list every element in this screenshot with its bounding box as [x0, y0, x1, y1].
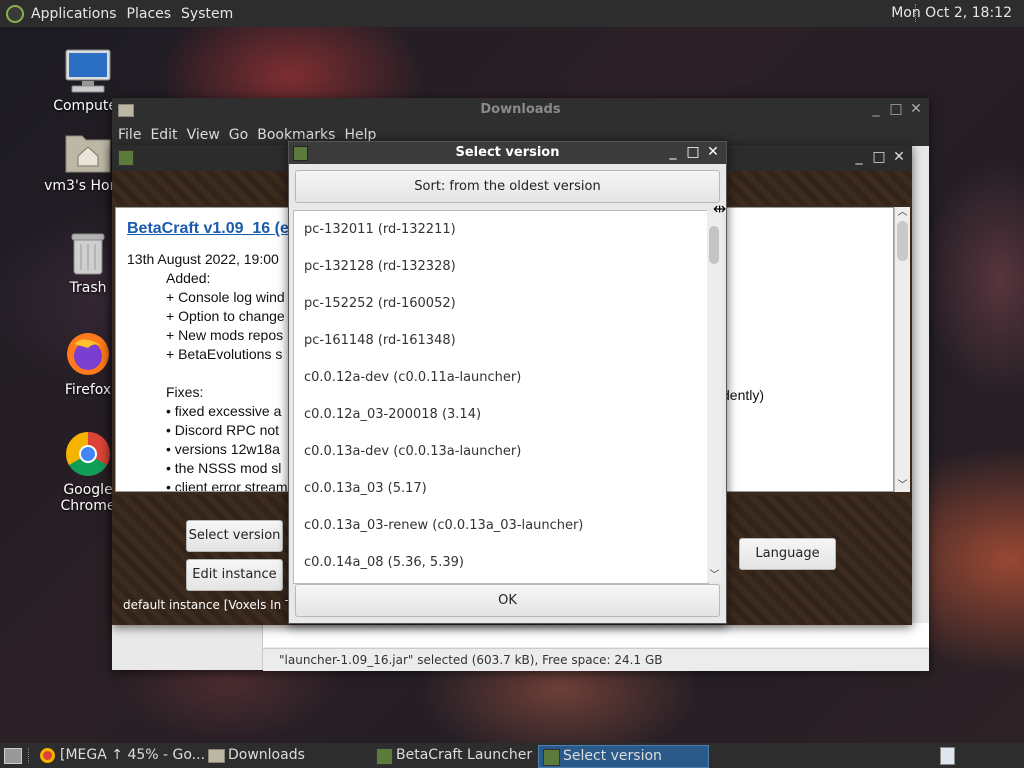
instance-info-text: default instance [Voxels In T	[123, 598, 293, 612]
changelog-line: + Option to change	[166, 308, 285, 324]
close-icon[interactable]: ✕	[909, 102, 923, 116]
task-label: BetaCraft Launcher ...	[396, 747, 550, 763]
minimize-icon[interactable]: _	[869, 102, 883, 116]
dialog-title: Select version	[455, 145, 560, 160]
distro-logo-icon[interactable]	[6, 4, 24, 23]
chrome-icon	[40, 748, 55, 763]
betacraft-icon	[118, 150, 134, 166]
dialog-titlebar[interactable]: Select version _ □ ✕	[289, 142, 726, 164]
maximize-icon[interactable]: □	[889, 102, 903, 116]
task-select-version[interactable]: Select version	[538, 745, 709, 768]
changelog-overflow-text: dently)	[722, 387, 765, 403]
changelog-line: • Discord RPC not	[166, 422, 280, 438]
scroll-down-icon[interactable]: ﹀	[895, 480, 910, 492]
task-label: Downloads	[228, 747, 305, 763]
list-item[interactable]: c0.0.12a-dev (c0.0.11a-launcher)	[294, 359, 708, 396]
minimize-icon[interactable]: _	[666, 145, 680, 159]
scrollbar-thumb[interactable]	[709, 226, 719, 264]
list-item[interactable]: pc-161148 (rd-161348)	[294, 322, 708, 359]
taskbar-separator	[28, 748, 29, 763]
scroll-up-icon[interactable]: ︿	[895, 207, 910, 219]
firefox-icon	[64, 330, 112, 378]
trash-icon	[68, 230, 108, 276]
file-view-area[interactable]	[263, 623, 929, 647]
menu-applications[interactable]: Applications	[31, 6, 117, 22]
version-list[interactable]: pc-132011 (rd-132211) pc-132128 (rd-1323…	[293, 210, 709, 584]
menu-edit[interactable]: Edit	[150, 127, 177, 143]
task-label: Select version	[563, 748, 662, 764]
changelog-line: • fixed excessive a	[166, 403, 282, 419]
changelog-line	[127, 364, 288, 383]
list-item[interactable]: c0.0.13a_03 (5.17)	[294, 470, 708, 507]
clock[interactable]: Mon Oct 2, 18:12	[891, 5, 1012, 21]
home-folder-icon	[64, 130, 112, 174]
workspace-switcher-icon[interactable]	[940, 747, 955, 765]
ok-button[interactable]: OK	[295, 584, 720, 617]
show-desktop-icon[interactable]	[4, 748, 22, 764]
taskbar: [MEGA ↑ 45% - Go... Downloads BetaCraft …	[0, 743, 1024, 768]
select-version-button[interactable]: Select version	[186, 520, 283, 552]
changelog-line: • client error stream	[166, 479, 288, 492]
menu-file[interactable]: File	[118, 127, 141, 143]
changelog-line: + New mods repos	[166, 327, 284, 343]
resize-cursor-icon: ⇹	[713, 199, 727, 218]
list-item[interactable]: c0.0.13a-dev (c0.0.13a-launcher)	[294, 433, 708, 470]
window-title: Downloads	[480, 102, 561, 117]
list-item[interactable]: c0.0.14a_08 (5.36, 5.39)	[294, 544, 708, 581]
changelog-line: + Console log wind	[166, 289, 285, 305]
changelog-line: • the NSSS mod sl	[166, 460, 282, 476]
status-bar: "launcher-1.09_16.jar" selected (603.7 k…	[263, 648, 929, 671]
changelog-text: 13th August 2022, 19:00 Added: + Console…	[127, 250, 288, 492]
select-version-dialog: Select version _ □ ✕ Sort: from the olde…	[288, 141, 727, 624]
changelog-line: • versions 12w18a	[166, 441, 280, 457]
list-item[interactable]: pc-152252 (rd-160052)	[294, 285, 708, 322]
task-downloads[interactable]: Downloads	[204, 745, 388, 766]
close-icon[interactable]: ✕	[706, 145, 720, 159]
edit-instance-button[interactable]: Edit instance	[186, 559, 283, 591]
task-chrome[interactable]: [MEGA ↑ 45% - Go...	[36, 745, 218, 766]
close-icon[interactable]: ✕	[892, 150, 906, 164]
changelog-scrollbar[interactable]: ︿ ﹀	[894, 207, 910, 492]
maximize-icon[interactable]: □	[686, 145, 700, 159]
menu-view[interactable]: View	[187, 127, 220, 143]
changelog-title-link[interactable]: BetaCraft v1.09_16 (e	[127, 220, 289, 238]
language-button[interactable]: Language	[739, 538, 836, 570]
list-item[interactable]: c0.0.13a_03-renew (c0.0.13a_03-launcher)	[294, 507, 708, 544]
scrollbar-thumb[interactable]	[897, 221, 908, 261]
scroll-down-icon[interactable]: ﹀	[707, 570, 722, 582]
changelog-line: + BetaEvolutions s	[166, 346, 283, 362]
betacraft-icon	[376, 748, 393, 765]
menu-system[interactable]: System	[181, 6, 233, 22]
list-item[interactable]: pc-132011 (rd-132211)	[294, 211, 708, 248]
betacraft-icon	[543, 749, 560, 766]
changelog-line: Added:	[166, 270, 211, 286]
chrome-icon	[64, 430, 112, 478]
changelog-line: Fixes:	[166, 384, 204, 400]
top-panel: Applications Places System Mon Oct 2, 18…	[0, 0, 1024, 27]
sort-button[interactable]: Sort: from the oldest version	[295, 170, 720, 203]
version-list-scrollbar[interactable]: ﹀	[707, 210, 722, 582]
task-betacraft-launcher[interactable]: BetaCraft Launcher ...	[372, 745, 558, 766]
computer-icon	[64, 48, 112, 94]
list-item[interactable]: c0.0.12a_03-200018 (3.14)	[294, 396, 708, 433]
maximize-icon[interactable]: □	[872, 150, 886, 164]
task-label: [MEGA ↑ 45% - Go...	[60, 747, 206, 763]
menu-go[interactable]: Go	[229, 127, 248, 143]
minimize-icon[interactable]: _	[852, 150, 866, 164]
list-item[interactable]: pc-132128 (rd-132328)	[294, 248, 708, 285]
file-manager-titlebar[interactable]: Downloads _ □ ✕	[112, 98, 929, 124]
menu-places[interactable]: Places	[127, 6, 172, 22]
changelog-date: 13th August 2022, 19:00	[127, 251, 279, 267]
folder-icon	[208, 749, 225, 763]
